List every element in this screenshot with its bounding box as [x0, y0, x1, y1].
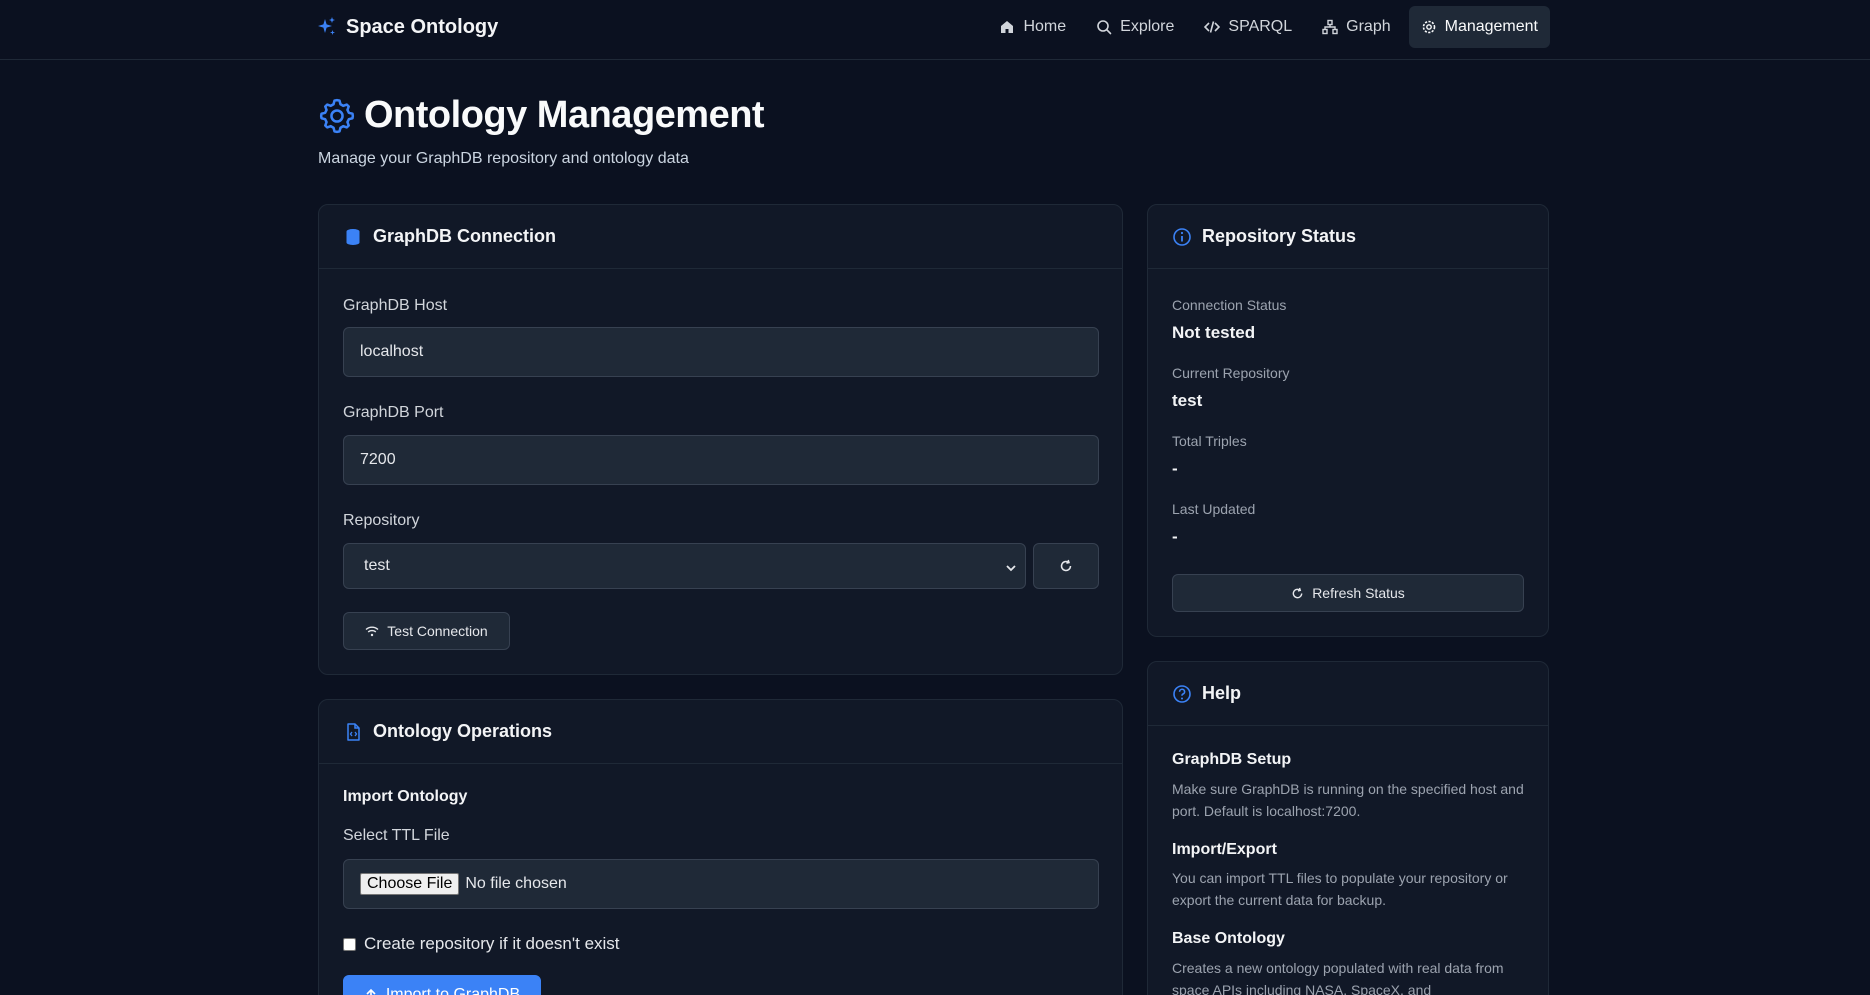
connection-status-value: Not tested	[1172, 323, 1256, 342]
help-section-title: Import/Export	[1172, 841, 1277, 858]
info-icon	[1173, 227, 1191, 246]
button-label: Refresh Status	[1312, 585, 1405, 601]
current-repository-label: Current Repository	[1172, 365, 1290, 381]
help-section-text: You can import TTL files to populate you…	[1172, 870, 1508, 908]
choose-file-button[interactable]: Choose File	[360, 873, 460, 895]
network-icon	[1322, 19, 1338, 35]
card-title: Help	[1202, 683, 1242, 703]
top-navbar: Space Ontology Home Explore SPARQL Graph…	[0, 0, 1870, 60]
help-circle-icon	[1173, 684, 1191, 703]
nav-label: SPARQL	[1228, 18, 1293, 35]
total-triples-value: -	[1172, 459, 1178, 478]
nav-item-sparql[interactable]: SPARQL	[1192, 6, 1304, 48]
upload-icon	[366, 988, 376, 995]
chevron-down-icon	[1006, 565, 1016, 572]
create-repo-label: Create repository if it doesn't exist	[364, 934, 620, 953]
button-label: Import to GraphDB	[385, 986, 521, 995]
card-header: Ontology Operations	[319, 700, 1122, 764]
create-repo-option[interactable]: Create repository if it doesn't exist	[343, 934, 620, 954]
ttl-file-input[interactable]: Choose File No file chosen	[343, 859, 1099, 909]
last-updated-value: -	[1172, 527, 1178, 546]
gear-icon	[1422, 20, 1435, 34]
create-repo-checkbox[interactable]	[343, 937, 356, 951]
refresh-icon	[1292, 587, 1303, 598]
card-title: Ontology Operations	[373, 721, 553, 741]
card-header: Repository Status	[1148, 205, 1548, 269]
repository-status-card: Repository Status Connection Status Not …	[1147, 204, 1549, 637]
wifi-icon	[365, 626, 379, 637]
card-title: Repository Status	[1202, 226, 1357, 246]
page-heading: Ontology Management	[364, 94, 765, 136]
repository-select-value: test	[364, 557, 390, 574]
port-input[interactable]: 7200	[343, 435, 1099, 485]
card-header: Help	[1148, 662, 1548, 726]
repository-select[interactable]: test	[343, 543, 1026, 589]
help-section-text: Make sure GraphDB is running on the spec…	[1172, 781, 1524, 819]
database-icon	[346, 228, 360, 245]
import-heading: Import Ontology	[343, 788, 468, 805]
card-title: GraphDB Connection	[373, 226, 556, 246]
gear-icon	[319, 98, 355, 133]
help-section-title: GraphDB Setup	[1172, 751, 1292, 768]
port-label: GraphDB Port	[343, 404, 444, 421]
import-button[interactable]: Import to GraphDB	[343, 975, 541, 995]
code-icon	[1204, 21, 1221, 33]
refresh-status-button[interactable]: Refresh Status	[1172, 574, 1524, 612]
home-icon	[1001, 21, 1014, 33]
help-card: Help GraphDB Setup Make sure GraphDB is …	[1147, 661, 1549, 995]
nav-item-graph[interactable]: Graph	[1310, 6, 1402, 48]
help-section-title: Base Ontology	[1172, 930, 1285, 947]
ontology-operations-card: Ontology Operations Import Ontology Sele…	[318, 699, 1123, 995]
file-code-icon	[347, 722, 360, 741]
host-input[interactable]: localhost	[343, 327, 1099, 377]
connection-status-label: Connection Status	[1172, 297, 1287, 313]
repository-label: Repository	[343, 512, 420, 529]
nav-label: Graph	[1346, 18, 1391, 35]
host-label: GraphDB Host	[343, 297, 448, 314]
graphdb-connection-card: GraphDB Connection GraphDB Host localhos…	[318, 204, 1123, 675]
sparkles-icon	[318, 17, 335, 35]
current-repository-value: test	[1172, 391, 1203, 410]
nav-item-home[interactable]: Home	[987, 6, 1078, 48]
button-label: Test Connection	[387, 623, 488, 639]
nav-item-explore[interactable]: Explore	[1084, 6, 1186, 48]
card-header: GraphDB Connection	[319, 205, 1122, 269]
nav-label: Management	[1444, 18, 1538, 35]
page-subtitle: Manage your GraphDB repository and ontol…	[318, 150, 689, 167]
brand[interactable]: Space Ontology	[318, 14, 498, 40]
nav-item-management[interactable]: Management	[1408, 6, 1550, 48]
page-title: Ontology Management	[318, 94, 765, 137]
help-section-text: Creates a new ontology populated with re…	[1172, 960, 1504, 995]
nav-label: Explore	[1120, 18, 1175, 35]
nav-label: Home	[1023, 18, 1067, 35]
brand-name: Space Ontology	[346, 15, 499, 38]
last-updated-label: Last Updated	[1172, 501, 1256, 517]
search-icon	[1097, 20, 1112, 35]
file-status: No file chosen	[465, 875, 567, 892]
refresh-icon	[1060, 559, 1072, 572]
test-connection-button[interactable]: Test Connection	[343, 612, 510, 650]
refresh-repositories-button[interactable]	[1033, 543, 1099, 589]
main-nav: Home Explore SPARQL Graph Management	[987, 6, 1550, 48]
file-label: Select TTL File	[343, 827, 450, 844]
total-triples-label: Total Triples	[1172, 433, 1247, 449]
